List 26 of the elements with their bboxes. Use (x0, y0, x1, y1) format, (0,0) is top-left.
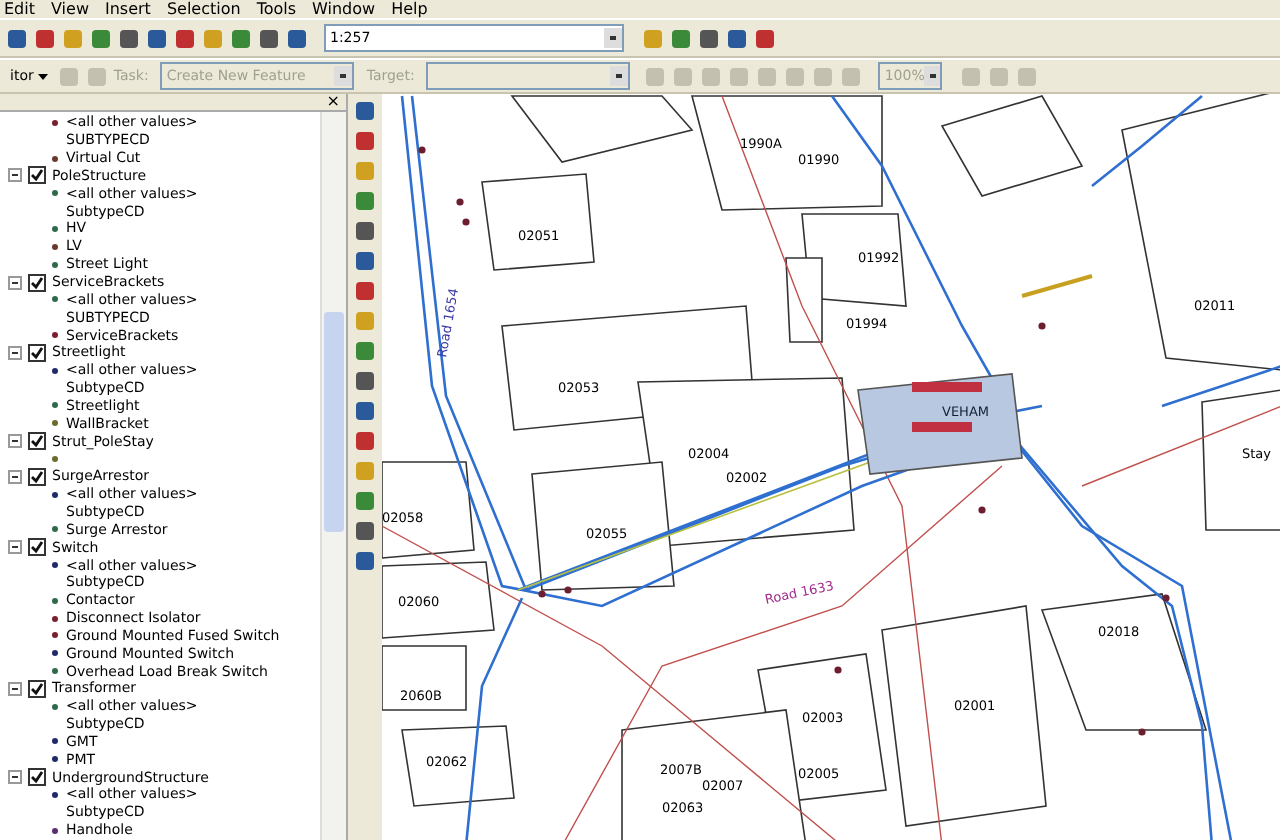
collapse-toggle-icon[interactable] (8, 770, 22, 785)
layer-checkbox[interactable] (28, 432, 46, 451)
layer-checkbox[interactable] (28, 467, 46, 486)
collapse-toggle-icon[interactable] (8, 434, 22, 449)
collapse-toggle-icon[interactable] (8, 345, 22, 360)
layer-checkbox[interactable] (28, 538, 46, 557)
caret-icon[interactable] (37, 73, 48, 79)
menu-item[interactable]: View (51, 0, 89, 18)
vertical-scrollbar[interactable] (320, 112, 346, 840)
menu-item[interactable]: Insert (104, 0, 151, 18)
collapse-toggle-icon[interactable] (8, 540, 22, 555)
menu-item[interactable]: Window (312, 0, 376, 18)
layer-checkbox[interactable] (28, 768, 46, 787)
collapse-toggle-icon[interactable] (8, 168, 22, 183)
collapse-toggle-icon[interactable] (8, 469, 22, 484)
menu-item[interactable]: Edit (4, 0, 35, 18)
collapse-toggle-icon[interactable] (8, 681, 22, 696)
close-button[interactable]: × (326, 94, 346, 110)
menu-item[interactable]: Selection (166, 0, 241, 18)
collapse-toggle-icon[interactable] (8, 275, 22, 290)
layer-checkbox[interactable] (28, 166, 46, 185)
layer-checkbox[interactable] (28, 679, 46, 698)
layer-checkbox[interactable] (28, 343, 46, 362)
layer-checkbox[interactable] (28, 273, 46, 292)
menu-item[interactable]: Tools (256, 0, 297, 18)
menu-item[interactable]: Help (391, 0, 428, 18)
